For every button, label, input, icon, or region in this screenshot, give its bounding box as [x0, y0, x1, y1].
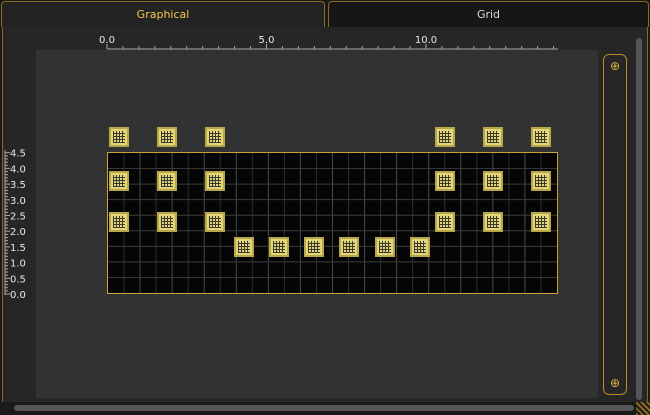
zoom-scroll-panel[interactable]: ⊕ ⊕ — [603, 54, 627, 395]
fixture-icon[interactable] — [435, 127, 456, 147]
zoom-in-icon[interactable]: ⊕ — [609, 60, 621, 72]
fixture-icon[interactable] — [156, 170, 177, 191]
fixture-icon[interactable] — [339, 236, 360, 257]
fixture-icon[interactable] — [374, 236, 395, 257]
fixture-icon[interactable] — [109, 211, 130, 232]
x-tick-label: 5.0 — [259, 35, 275, 46]
resize-corner[interactable] — [636, 402, 650, 415]
fixture-icon[interactable] — [482, 211, 503, 232]
tab-graphical-label: Graphical — [136, 8, 190, 21]
tab-grid-label: Grid — [476, 8, 501, 21]
fixture-icon[interactable] — [156, 211, 177, 232]
x-tick-label: 0.0 — [99, 35, 115, 46]
vertical-scrollbar[interactable] — [636, 38, 642, 400]
y-tick-label: 3.5 — [10, 180, 26, 191]
fixture-icon[interactable] — [435, 211, 456, 232]
fixture-icon[interactable] — [530, 127, 551, 147]
tab-graphical[interactable]: Graphical — [1, 1, 325, 27]
fixture-icon[interactable] — [269, 236, 290, 257]
fixture-icon[interactable] — [204, 127, 225, 147]
y-tick-label: 3.0 — [10, 196, 26, 207]
fixture-icon[interactable] — [109, 127, 130, 147]
y-tick-label: 1.5 — [10, 243, 26, 254]
fixture-icon[interactable] — [530, 211, 551, 232]
x-ruler: 0.0 5.0 10.0 — [99, 35, 558, 50]
fixture-icon[interactable] — [204, 211, 225, 232]
fixture-icon[interactable] — [409, 236, 430, 257]
fixture-icon[interactable] — [234, 236, 255, 257]
y-tick-label: 0.5 — [10, 274, 26, 285]
fixture-icon[interactable] — [304, 236, 325, 257]
y-tick-label: 2.5 — [10, 212, 26, 223]
fixture-icon[interactable] — [530, 170, 551, 191]
fixture-icon[interactable] — [109, 170, 130, 191]
y-tick-label: 0.0 — [10, 290, 26, 301]
zoom-out-icon[interactable]: ⊕ — [609, 377, 621, 389]
y-ruler: 4.5 4.0 3.5 3.0 2.5 2.0 1.5 1.0 0.5 0.0 — [4, 149, 26, 301]
fixture-icon[interactable] — [204, 170, 225, 191]
x-tick-label: 10.0 — [415, 35, 437, 46]
y-tick-label: 1.0 — [10, 259, 26, 270]
horizontal-scrollbar[interactable] — [14, 405, 634, 411]
fixture-icon[interactable] — [156, 127, 177, 147]
tab-grid[interactable]: Grid — [328, 1, 649, 27]
y-tick-label: 4.0 — [10, 164, 26, 175]
y-tick-label: 4.5 — [10, 149, 26, 160]
fixture-icon[interactable] — [482, 170, 503, 191]
fixture-icon[interactable] — [482, 127, 503, 147]
fixture-icon[interactable] — [435, 170, 456, 191]
y-tick-label: 2.0 — [10, 227, 26, 238]
